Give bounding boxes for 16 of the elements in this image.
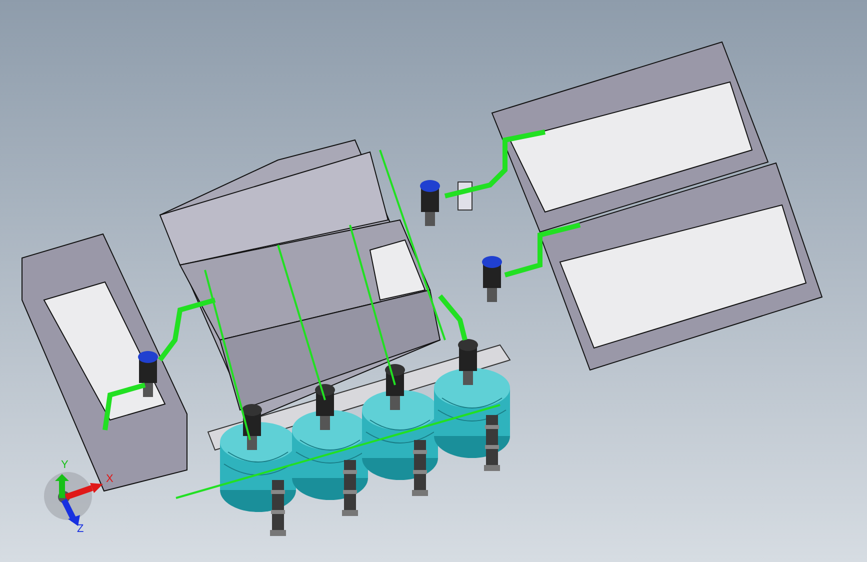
pump-motor: [315, 384, 335, 430]
coordinate-triad-drawing: [44, 472, 92, 520]
pipe: [438, 294, 468, 341]
pump-motor: [420, 180, 440, 226]
axis-label: Z: [77, 523, 84, 535]
pump-motor: [138, 351, 158, 397]
vertical-pump: [270, 480, 286, 536]
vertical-pump: [342, 460, 358, 516]
axis-label: Y: [61, 459, 68, 471]
pipe: [102, 382, 146, 430]
pipe: [158, 298, 216, 362]
pump-motor: [385, 364, 405, 410]
pump-motor: [482, 256, 502, 302]
vertical-pump: [484, 415, 500, 471]
vertical-pump: [412, 440, 428, 496]
axis-label: X: [106, 473, 114, 485]
